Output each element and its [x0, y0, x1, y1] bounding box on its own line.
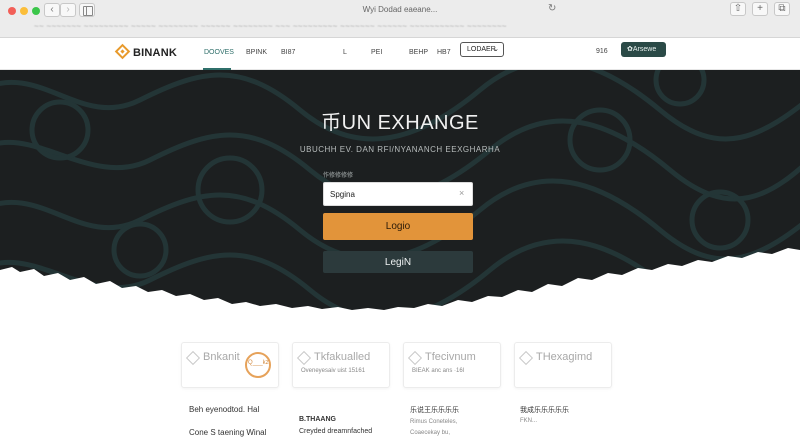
info-text: FKN...	[520, 418, 538, 424]
nav-link-devices[interactable]: DOOVES	[204, 49, 234, 56]
page-title: Wyi Dodad eaeane...	[362, 5, 438, 14]
partner-card-title: Tfecivnum	[425, 351, 476, 363]
info-text: Rimus Coneteles,	[410, 419, 458, 425]
partner-card[interactable]: Tfecivnum BIEAK anc ans ·16l	[403, 342, 501, 388]
info-text: Coaecekay bu,	[410, 430, 451, 436]
tab-overview-icon[interactable]: ⧉	[774, 2, 790, 16]
account-button[interactable]: ✿Arsewe	[621, 42, 666, 57]
partner-card-title: Tkfakualled	[314, 351, 371, 363]
browser-toolbar: ‹ › Wyi Dodad eaeane... ↻ ⇧ + ⧉ ~~ ~~~~~…	[0, 0, 800, 38]
partner-logo-icon	[296, 350, 312, 366]
torn-paper-edge	[0, 248, 800, 320]
hero-subtitle: UBUCHH EV. DAN RFI/NYANANCH EEXGHARHA	[299, 145, 501, 154]
info-heading: 我成乐乐乐乐乐	[520, 407, 569, 414]
badge-text: Q___kz	[248, 360, 269, 366]
close-window-button[interactable]	[8, 7, 16, 15]
loader-dropdown[interactable]: LODAER ⌄	[460, 42, 504, 57]
share-icon[interactable]: ⇧	[730, 2, 746, 16]
info-text: Creyded dreamnfached	[299, 428, 373, 435]
site-navbar: BINANK DOOVES BPINK BI87 L PEI BEHP HB7 …	[0, 38, 800, 70]
hero-title: 币UN EXHANGE	[321, 112, 479, 134]
nav-number[interactable]: 916	[596, 48, 608, 55]
info-text: Cone S taening Winal	[189, 428, 267, 437]
reload-icon[interactable]: ↻	[548, 3, 560, 15]
partner-logo-icon	[407, 350, 423, 366]
search-input[interactable]	[323, 182, 473, 206]
nav-link-bi87[interactable]: BI87	[281, 49, 295, 56]
back-icon[interactable]: ‹	[44, 3, 60, 17]
partner-card-title: THexagimd	[536, 351, 593, 363]
partner-card[interactable]: THexagimd	[514, 342, 612, 388]
partner-card-title: Bnkanit	[203, 351, 240, 363]
search-field-label: 作修修修修	[323, 173, 354, 179]
nav-link-hb7[interactable]: HB7	[437, 49, 451, 56]
new-tab-icon[interactable]: +	[752, 2, 768, 16]
sidebar-toggle-icon[interactable]	[79, 3, 95, 17]
clear-icon[interactable]: ×	[459, 188, 464, 198]
logo-text[interactable]: BINANK	[133, 47, 177, 59]
loader-dropdown-label: LODAER	[467, 46, 496, 53]
minimize-window-button[interactable]	[20, 7, 28, 15]
address-bar[interactable]: ~~ ~~~~~~~ ~~~~~~~~~ ~~~~~ ~~~~~~~~ ~~~~…	[34, 22, 766, 34]
logo-icon[interactable]	[114, 43, 131, 60]
partner-card[interactable]: Bnkanit Q___kz	[181, 342, 279, 388]
partner-logo-icon	[518, 350, 534, 366]
nav-link-l[interactable]: L	[343, 49, 347, 56]
info-heading: 乐说王乐乐乐乐	[410, 407, 459, 414]
nav-link-behp[interactable]: BEHP	[409, 49, 428, 56]
partner-card-subtitle: BIEAK anc ans ·16l	[412, 368, 465, 374]
zoom-window-button[interactable]	[32, 7, 40, 15]
forward-icon[interactable]: ›	[60, 3, 76, 17]
chevron-down-icon: ⌄	[493, 46, 499, 53]
partner-card-subtitle: Oveneyesaiv uist 15161	[301, 368, 366, 374]
nav-link-bpink[interactable]: BPINK	[246, 49, 267, 56]
info-text: Beh eyenodtod. Hal	[189, 405, 260, 414]
partner-logo-icon	[185, 350, 201, 366]
info-heading: B.THAANG	[299, 416, 336, 423]
nav-link-pei[interactable]: PEI	[371, 49, 382, 56]
browser-window: ‹ › Wyi Dodad eaeane... ↻ ⇧ + ⧉ ~~ ~~~~~…	[0, 0, 800, 440]
partner-card[interactable]: Tkfakualled Oveneyesaiv uist 15161	[292, 342, 390, 388]
